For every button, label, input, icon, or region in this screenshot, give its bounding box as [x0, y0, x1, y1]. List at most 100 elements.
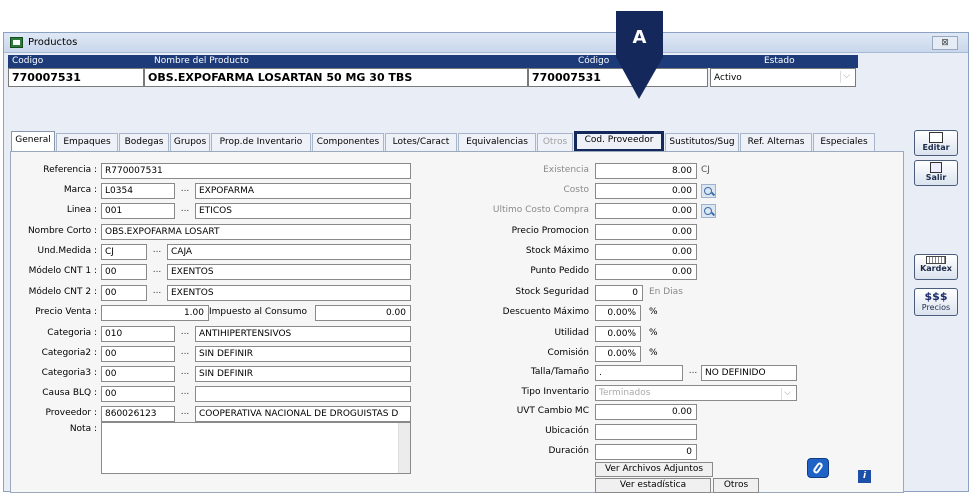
categoria3-lookup-button[interactable]: ...: [177, 366, 193, 382]
tab-componentes[interactable]: Componentes: [312, 133, 384, 151]
existencia-label: Existencia: [543, 165, 589, 175]
tab-general[interactable]: General: [11, 131, 55, 151]
nota-label: Nota :: [69, 424, 97, 434]
causa-blq-code-input[interactable]: 00: [101, 386, 175, 402]
und-medida-label: Und.Medida :: [37, 246, 97, 256]
und-medida-lookup-button[interactable]: ...: [149, 244, 165, 260]
ver-estadistica-button[interactable]: Ver estadística: [595, 478, 711, 493]
costo-input[interactable]: 0.00: [595, 183, 697, 199]
chevron-down-icon: ⌵: [840, 71, 852, 83]
callout-marker: A: [616, 11, 663, 99]
estado-select[interactable]: Activo ⌵: [710, 68, 856, 87]
tab-bodegas[interactable]: Bodegas: [119, 133, 169, 151]
stock-maximo-label: Stock Máximo: [525, 246, 589, 256]
marca-label: Marca :: [63, 185, 97, 195]
tab-ref-alternas[interactable]: Ref. Alternas: [740, 133, 812, 151]
estado-value: Activo: [714, 73, 742, 83]
ubicacion-input[interactable]: [595, 424, 697, 440]
salir-label: Salir: [925, 173, 947, 182]
nombre-value[interactable]: OBS.EXPOFARMA LOSARTAN 50 MG 30 TBS: [144, 68, 528, 87]
uvt-cambio-input[interactable]: 0.00: [595, 404, 697, 420]
duracion-input[interactable]: 0: [595, 444, 697, 460]
modelo-cnt1-code-input[interactable]: 00: [101, 264, 147, 280]
tab-grupos[interactable]: Grupos: [170, 133, 210, 151]
marca-code-input[interactable]: L0354: [101, 183, 175, 199]
title-bar: Productos ⊠: [4, 33, 968, 53]
modelo-cnt2-code-input[interactable]: 00: [101, 285, 147, 301]
tipo-inventario-select[interactable]: Terminados ⌵: [595, 385, 797, 401]
categoria-code-input[interactable]: 010: [101, 326, 175, 342]
und-medida-code-input[interactable]: CJ: [101, 244, 147, 260]
proveedor-code-input[interactable]: 860026123: [101, 406, 175, 422]
nombre-corto-input[interactable]: OBS.EXPOFARMA LOSART: [101, 224, 411, 240]
tab-cod-proveedor[interactable]: Cod. Proveedor: [574, 131, 664, 152]
existencia-input[interactable]: 8.00: [595, 163, 697, 179]
close-button[interactable]: ⊠: [932, 36, 958, 50]
tab-especiales[interactable]: Especiales: [813, 133, 875, 151]
punto-pedido-input[interactable]: 0.00: [595, 264, 697, 280]
marca-name-field: EXPOFARMA: [195, 183, 411, 199]
talla-label: Talla/Tamaño: [530, 367, 589, 377]
costo-zoom-icon[interactable]: [701, 184, 716, 198]
duracion-label: Duración: [548, 446, 589, 456]
editar-label: Editar: [922, 143, 950, 152]
ultimo-costo-zoom-icon[interactable]: [701, 204, 716, 218]
keyboard-icon: [926, 256, 946, 264]
paperclip-icon[interactable]: [807, 458, 829, 478]
tab-equivalencias[interactable]: Equivalencias: [458, 133, 536, 151]
marca-lookup-button[interactable]: ...: [177, 183, 193, 199]
general-panel: Referencia : R770007531 Marca : L0354... EXP…: [10, 151, 904, 493]
nota-textarea[interactable]: [101, 422, 411, 474]
categoria2-lookup-button[interactable]: ...: [177, 346, 193, 362]
tab-otros[interactable]: Otros: [537, 133, 573, 151]
und-medida-name-field: CAJA: [167, 244, 411, 260]
impuesto-label: Impuesto al Consumo: [209, 307, 307, 317]
ultimo-costo-input[interactable]: 0.00: [595, 203, 697, 219]
codigo-value[interactable]: 770007531: [8, 68, 144, 87]
categoria2-code-input[interactable]: 00: [101, 346, 175, 362]
talla-code-input[interactable]: .: [595, 365, 683, 381]
kardex-button[interactable]: Kardex: [914, 254, 958, 280]
descuento-maximo-input[interactable]: 0.00%: [595, 305, 641, 321]
causa-blq-lookup-button[interactable]: ...: [177, 386, 193, 402]
categoria-lookup-button[interactable]: ...: [177, 326, 193, 342]
tab-sustitutos-sug[interactable]: Sustitutos/Sug: [665, 133, 739, 151]
descuento-maximo-label: Descuento Máximo: [502, 307, 589, 317]
stock-maximo-input[interactable]: 0.00: [595, 244, 697, 260]
referencia-input[interactable]: R770007531: [101, 163, 411, 179]
salir-button[interactable]: Salir: [914, 160, 958, 186]
proveedor-name-field: COOPERATIVA NACIONAL DE DROGUISTAS D: [195, 406, 411, 422]
linea-lookup-button[interactable]: ...: [177, 203, 193, 219]
categoria2-name-field: SIN DEFINIR: [195, 346, 411, 362]
punto-pedido-label: Punto Pedido: [530, 266, 589, 276]
stock-seguridad-input[interactable]: 0: [595, 285, 643, 301]
precio-promocion-input[interactable]: 0.00: [595, 224, 697, 240]
precio-venta-input[interactable]: 1.00: [101, 305, 209, 321]
referencia-label: Referencia :: [43, 165, 97, 175]
ver-archivos-adjuntos-button[interactable]: Ver Archivos Adjuntos: [595, 462, 713, 477]
precios-button[interactable]: $$$ Precios: [914, 288, 958, 316]
talla-lookup-button[interactable]: ...: [685, 365, 701, 381]
tab-empaques[interactable]: Empaques: [56, 133, 118, 151]
linea-code-input[interactable]: 001: [101, 203, 175, 219]
info-icon[interactable]: i: [858, 470, 871, 483]
precios-label: Precios: [921, 303, 951, 312]
proveedor-lookup-button[interactable]: ...: [177, 406, 193, 422]
modelo-cnt1-lookup-button[interactable]: ...: [149, 264, 165, 280]
modelo-cnt2-lookup-button[interactable]: ...: [149, 285, 165, 301]
ubicacion-label: Ubicación: [545, 426, 589, 436]
estado-header: Estado: [708, 55, 858, 68]
editar-button[interactable]: Editar: [914, 130, 958, 156]
codigo-header: Codigo: [8, 55, 144, 68]
ultimo-costo-label: Ultimo Costo Compra: [492, 205, 589, 215]
app-icon: [10, 37, 23, 48]
talla-name-field: NO DEFINIDO: [701, 365, 797, 381]
tab-lotes-caract[interactable]: Lotes/Caract: [385, 133, 457, 151]
utilidad-input[interactable]: 0.00%: [595, 326, 641, 342]
categoria3-code-input[interactable]: 00: [101, 366, 175, 382]
otros-button[interactable]: Otros: [713, 478, 759, 493]
utilidad-label: Utilidad: [554, 328, 589, 338]
modelo-cnt2-name-field: EXENTOS: [167, 285, 411, 301]
tab-prop-de-inventario[interactable]: Prop.de Inventario: [211, 133, 311, 151]
comision-input[interactable]: 0.00%: [595, 346, 641, 362]
